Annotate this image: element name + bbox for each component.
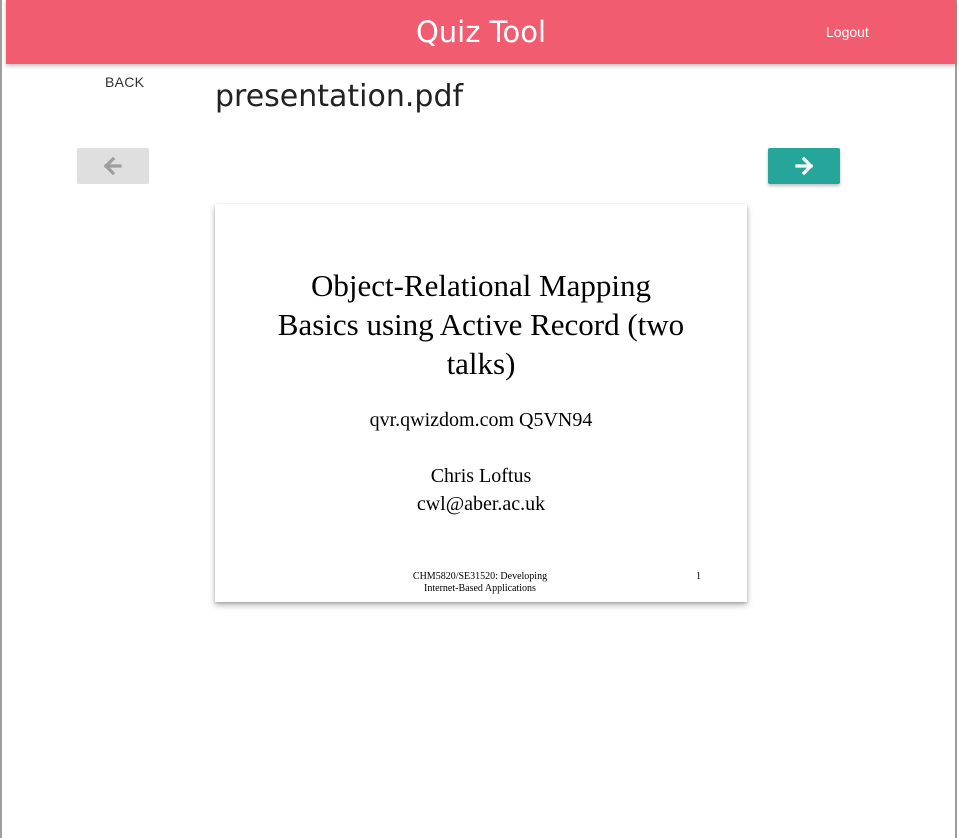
slide-title-line: talks) <box>446 346 516 381</box>
slide-quiz-code: qvr.qwizdom.com Q5VN94 <box>369 409 593 431</box>
slide-footer-line: CHM5820/SE31520: Developing <box>412 571 548 582</box>
slide-author-block: Chris Loftus cwl@aber.ac.uk <box>215 462 747 518</box>
slide-footer: CHM5820/SE31520: Developing Internet-Bas… <box>395 571 565 595</box>
slide-footer-line: Internet-Based Applications <box>424 583 536 594</box>
slide-page-number: 1 <box>696 571 701 582</box>
pdf-slide-page: Object-Relational Mapping Basics using A… <box>215 204 747 602</box>
slide-author-name: Chris Loftus <box>430 465 532 487</box>
top-navbar: Quiz Tool Logout <box>6 0 956 64</box>
back-link[interactable]: BACK <box>105 72 144 92</box>
logout-link[interactable]: Logout <box>826 22 869 42</box>
slide-title-line: Object-Relational Mapping <box>310 268 652 303</box>
page-title: presentation.pdf <box>215 79 464 114</box>
slide-title: Object-Relational Mapping Basics using A… <box>235 266 727 383</box>
previous-page-button[interactable] <box>77 148 149 184</box>
slide-title-line: Basics using Active Record (two <box>277 307 685 342</box>
arrow-right-icon <box>795 157 813 175</box>
browser-window: Quiz Tool Logout BACK presentation.pdf O… <box>0 0 957 838</box>
slide-author-email: cwl@aber.ac.uk <box>416 493 546 515</box>
next-page-button[interactable] <box>768 148 840 184</box>
arrow-left-icon <box>104 157 122 175</box>
app-title: Quiz Tool <box>415 15 547 49</box>
